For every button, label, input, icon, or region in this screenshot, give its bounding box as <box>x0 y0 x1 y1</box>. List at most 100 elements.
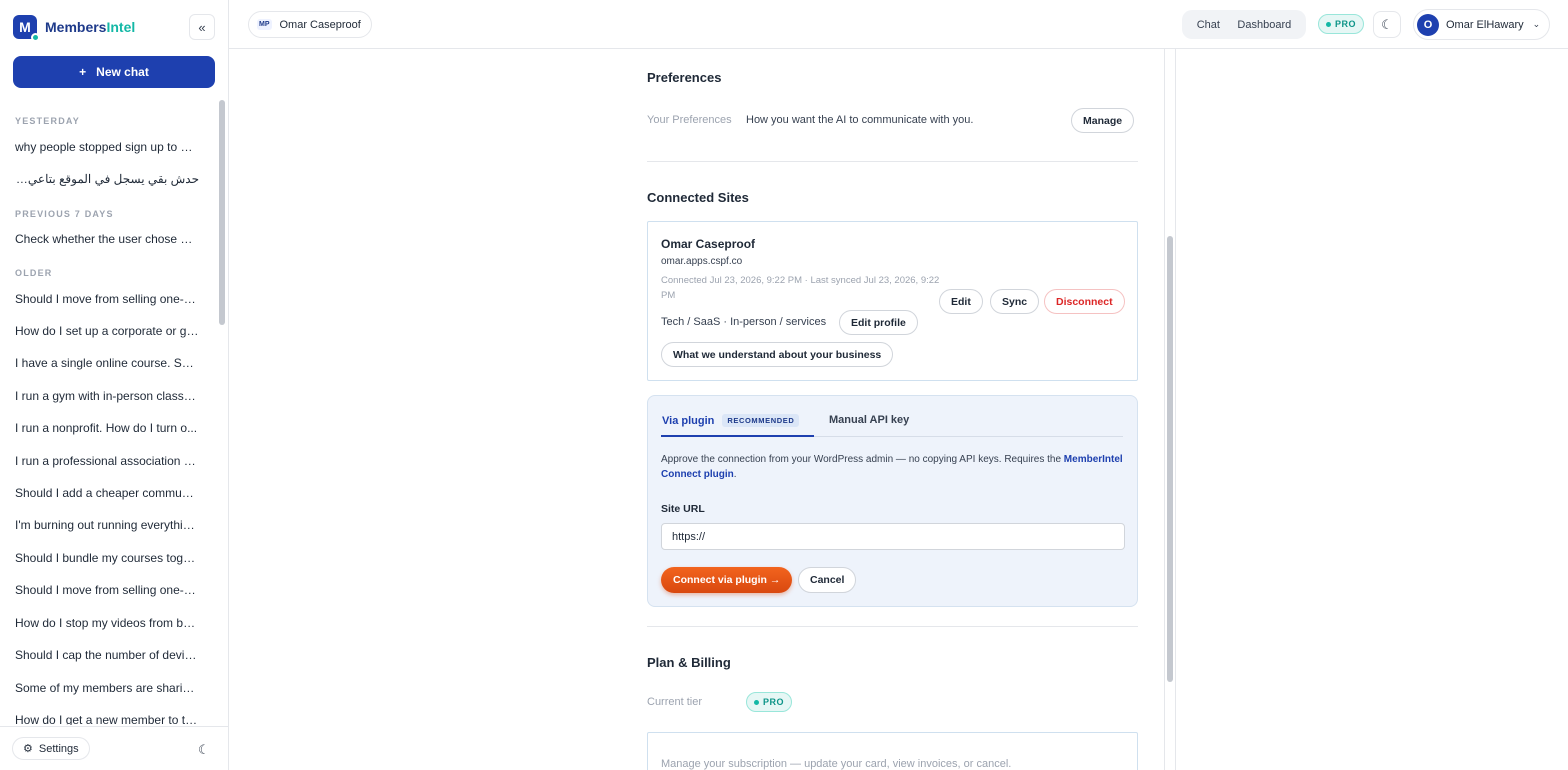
moon-icon: ☾ <box>1381 16 1393 32</box>
cancel-label: Cancel <box>810 574 845 586</box>
connect-description-text: Approve the connection from your WordPre… <box>661 454 1064 465</box>
connect-via-plugin-label: Connect via plugin → <box>673 574 781 586</box>
section-label-previous-7-days: PREVIOUS 7 DAYS <box>15 209 114 219</box>
history-item[interactable]: I run a nonprofit. How do I turn o... <box>15 421 199 435</box>
preferences-heading: Preferences <box>647 70 722 85</box>
history-item[interactable]: Some of my members are sharin... <box>15 681 199 695</box>
plan-badge: PRO <box>1318 14 1365 34</box>
history-item[interactable]: I'm burning out running everythin... <box>15 518 199 532</box>
history-item[interactable]: How do I set up a corporate or gr... <box>15 324 199 338</box>
current-tier-badge: PRO <box>746 692 793 712</box>
edit-profile-button[interactable]: Edit profile <box>839 310 918 335</box>
chat-history: YESTERDAY why people stopped sign up to … <box>0 100 218 725</box>
gear-icon: ⚙ <box>23 743 33 755</box>
site-card-domain: omar.apps.cspf.co <box>661 256 743 267</box>
connect-description-suffix: . <box>733 469 737 480</box>
connect-via-plugin-button[interactable]: Connect via plugin → <box>661 567 793 593</box>
sidebar-footer: ⚙ Settings ☾ <box>0 726 229 770</box>
subscription-description: Manage your subscription — update your c… <box>661 758 1012 770</box>
subscription-card[interactable]: Manage your subscription — update your c… <box>647 732 1138 770</box>
status-dot <box>31 33 40 42</box>
history-item[interactable]: Should I bundle my courses toget... <box>15 551 199 565</box>
moon-icon[interactable]: ☾ <box>198 742 210 758</box>
cancel-button[interactable]: Cancel <box>798 567 857 593</box>
business-understanding-label: What we understand about your business <box>673 348 882 361</box>
history-item[interactable]: Should I move from selling one-o... <box>15 583 199 597</box>
site-card-meta-cont: PM <box>661 290 676 301</box>
brand-prefix: Members <box>45 19 107 35</box>
brand-logo: M <box>13 15 40 42</box>
brand-suffix: Intel <box>106 19 136 35</box>
sidebar: M MembersIntel « + New chat YESTERDAY wh… <box>0 0 229 770</box>
double-chevron-left-icon: « <box>198 19 206 35</box>
connect-site-panel: Via plugin RECOMMENDED Manual API key Ap… <box>647 395 1138 607</box>
active-tab-indicator <box>661 435 814 437</box>
section-label-older: OLDER <box>15 268 53 278</box>
new-chat-label: New chat <box>96 65 149 79</box>
business-understanding-button[interactable]: What we understand about your business <box>661 342 894 367</box>
sync-button[interactable]: Sync <box>990 289 1040 314</box>
history-item[interactable]: How do I stop my videos from bei... <box>15 616 199 630</box>
site-name: Omar Caseproof <box>279 18 361 31</box>
disconnect-button[interactable]: Disconnect <box>1044 289 1125 314</box>
theme-toggle-button[interactable]: ☾ <box>1373 11 1401 38</box>
collapse-sidebar-button[interactable]: « <box>189 14 215 40</box>
site-url-label: Site URL <box>661 503 705 515</box>
site-badge: MP <box>257 19 272 30</box>
history-item[interactable]: why people stopped sign up to m... <box>15 140 199 154</box>
view-switcher: Chat Dashboard <box>1182 10 1306 39</box>
new-chat-button[interactable]: + New chat <box>13 56 215 88</box>
edit-profile-label: Edit profile <box>851 316 906 329</box>
history-item[interactable]: How do I get a new member to th... <box>15 713 199 725</box>
history-item[interactable]: Should I add a cheaper communi... <box>15 486 199 500</box>
site-card: Omar Caseproof omar.apps.cspf.co Connect… <box>647 221 1138 381</box>
tab-via-plugin[interactable]: Via plugin RECOMMENDED <box>662 414 800 427</box>
history-item[interactable]: Should I move from selling one-o... <box>15 292 199 306</box>
topbar: MP Omar Caseproof Chat Dashboard PRO ☾ O… <box>229 0 1568 49</box>
manage-label: Manage <box>1083 114 1123 127</box>
manage-preferences-button[interactable]: Manage <box>1071 108 1135 133</box>
tab-chat[interactable]: Chat <box>1197 19 1220 31</box>
scroll-track-edge <box>1164 49 1165 770</box>
main-scrollbar[interactable] <box>1167 236 1173 682</box>
edit-site-button[interactable]: Edit <box>939 289 983 314</box>
site-card-meta: Connected Jul 23, 2026, 9:22 PM · Last s… <box>661 275 940 286</box>
logo-letter: M <box>19 19 31 35</box>
section-label-yesterday: YESTERDAY <box>15 116 80 126</box>
brand[interactable]: M MembersIntel <box>13 15 135 42</box>
edit-label: Edit <box>951 295 971 308</box>
tab-dashboard[interactable]: Dashboard <box>1237 19 1291 31</box>
divider <box>647 626 1138 627</box>
scroll-track-edge <box>1175 49 1176 770</box>
history-item[interactable]: Check whether the user chose a v... <box>15 232 199 246</box>
settings-label: Settings <box>38 742 79 755</box>
history-item[interactable]: I run a gym with in-person classe... <box>15 389 199 403</box>
history-item[interactable]: I run a professional association w... <box>15 454 199 468</box>
connect-description: Approve the connection from your WordPre… <box>661 452 1126 482</box>
site-card-industry: Tech / SaaS · In-person / services <box>661 316 827 328</box>
tier-dot-icon <box>754 699 759 705</box>
plan-label: PRO <box>1335 19 1357 29</box>
recommended-badge: RECOMMENDED <box>722 414 800 427</box>
billing-heading: Plan & Billing <box>647 655 731 670</box>
history-item[interactable]: حدش بقي يسجل في الموقع بتاعي مش فاهم... <box>15 172 199 186</box>
avatar: O <box>1417 13 1439 36</box>
user-name: Omar ElHawary <box>1446 18 1524 31</box>
sync-label: Sync <box>1002 295 1028 308</box>
user-menu[interactable]: O Omar ElHawary ⌄ <box>1413 9 1550 40</box>
history-item[interactable]: Should I cap the number of devic... <box>15 648 199 662</box>
connected-sites-heading: Connected Sites <box>647 190 749 205</box>
site-card-name: Omar Caseproof <box>661 237 756 251</box>
tab-via-plugin-label: Via plugin <box>662 414 715 427</box>
tab-manual-api-key[interactable]: Manual API key <box>829 414 909 426</box>
history-item[interactable]: I have a single online course. Sho... <box>15 356 199 370</box>
site-selector[interactable]: MP Omar Caseproof <box>248 11 372 38</box>
settings-button[interactable]: ⚙ Settings <box>12 737 90 760</box>
sidebar-scrollbar[interactable] <box>219 100 225 325</box>
brand-name: MembersIntel <box>45 19 135 35</box>
divider <box>647 161 1138 162</box>
plus-icon: + <box>79 65 87 79</box>
chevron-down-icon: ⌄ <box>1532 19 1541 29</box>
current-tier-label: Current tier <box>647 696 703 708</box>
site-url-input[interactable] <box>661 523 1125 550</box>
